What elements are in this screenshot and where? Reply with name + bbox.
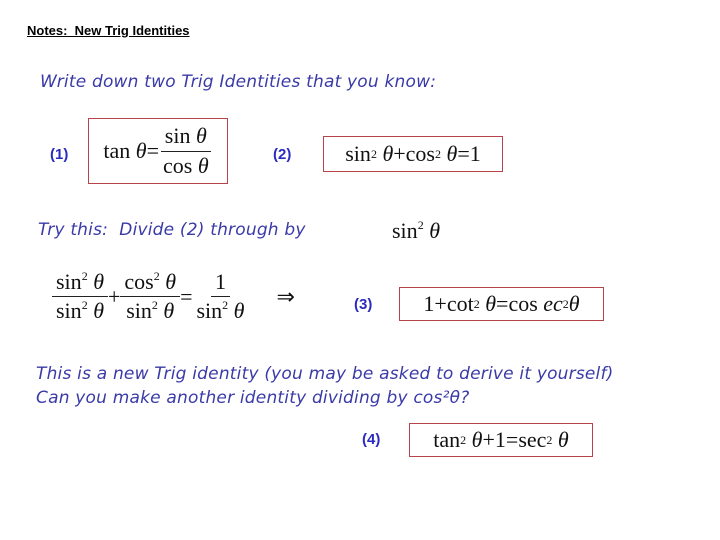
- identity-1-box: tan θ = sin θ cos θ: [88, 118, 228, 184]
- theta: θ: [163, 298, 175, 324]
- prompt-try-this: Try this: Divide (2) through by: [38, 220, 306, 240]
- one: 1: [423, 291, 435, 316]
- theta: θ: [93, 298, 104, 324]
- exponent: 2: [417, 218, 424, 232]
- plus: +: [108, 283, 121, 309]
- cosec-text: cos: [508, 291, 538, 316]
- fraction-sin-over-cos: sin θ cos θ: [159, 124, 213, 177]
- sec-text: sec: [518, 427, 547, 452]
- ec-text: ec: [543, 291, 563, 316]
- equals: =: [146, 138, 159, 163]
- tan-text: tan: [433, 427, 461, 452]
- sin-text: sin: [392, 218, 418, 243]
- equals: =: [180, 283, 193, 309]
- sin-text: sin: [56, 269, 82, 294]
- one: 1: [494, 427, 506, 452]
- theta: θ: [197, 152, 209, 178]
- sin-text: sin: [164, 123, 191, 149]
- cos-text: cos: [162, 152, 193, 178]
- theta: θ: [429, 218, 440, 243]
- cot-text: cot: [446, 291, 474, 316]
- sin-text: sin: [345, 141, 371, 166]
- theta: θ: [568, 291, 580, 316]
- cos-text: cos: [405, 141, 435, 166]
- theta: θ: [165, 269, 177, 294]
- one: 1: [214, 269, 226, 294]
- page-title: Notes: New Trig Identities: [27, 23, 190, 38]
- implies-arrow-icon: ⇒: [276, 283, 295, 309]
- label-identity-2: (2): [273, 146, 292, 163]
- theta: θ: [485, 291, 497, 316]
- one: 1: [469, 141, 481, 166]
- plus: +: [434, 291, 447, 316]
- exponent: 2: [81, 269, 88, 283]
- sin-text: sin: [126, 298, 152, 324]
- equals: =: [457, 141, 470, 166]
- sin-squared-theta: sin2 θ: [392, 218, 440, 244]
- exponent: 2: [222, 298, 229, 313]
- theta: θ: [382, 141, 394, 166]
- theta: θ: [195, 123, 207, 149]
- theta: θ: [446, 141, 458, 166]
- theta: θ: [557, 427, 569, 452]
- note-new-identity-line-2: Can you make another identity dividing b…: [36, 388, 470, 408]
- division-equation: sin2 θ sin2 θ + cos2 θ sin2 θ = 1 sin2 θ…: [52, 269, 295, 324]
- identity-2-box: sin 2 θ + cos 2 θ = 1: [323, 136, 503, 172]
- theta: θ: [135, 138, 147, 163]
- fraction-2: cos2 θ sin2 θ: [120, 269, 181, 324]
- tan-text: tan: [103, 138, 131, 163]
- plus: +: [482, 427, 495, 452]
- plus: +: [393, 141, 406, 166]
- sin-text: sin: [56, 298, 82, 324]
- cos-text: cos: [124, 269, 154, 294]
- theta: θ: [471, 427, 483, 452]
- exponent: 2: [151, 298, 158, 313]
- fraction-1: sin2 θ sin2 θ: [52, 269, 108, 324]
- identity-3-box: 1 + cot 2 θ = cos ec 2 θ: [399, 287, 604, 321]
- prompt-write-down: Write down two Trig Identities that you …: [40, 72, 437, 92]
- equals: =: [505, 427, 519, 452]
- identity-4-box: tan 2 θ + 1 = sec 2 θ: [409, 423, 593, 457]
- fraction-3: 1 sin2 θ: [192, 269, 248, 324]
- label-identity-4: (4): [362, 431, 381, 448]
- sin-text: sin: [196, 298, 223, 324]
- exponent: 2: [81, 298, 88, 313]
- label-identity-3: (3): [354, 296, 373, 313]
- note-new-identity-line-1: This is a new Trig identity (you may be …: [36, 364, 614, 384]
- exponent: 2: [153, 269, 160, 283]
- theta: θ: [93, 269, 104, 294]
- label-identity-1: (1): [50, 146, 69, 163]
- equals: =: [496, 291, 509, 316]
- theta: θ: [233, 298, 245, 324]
